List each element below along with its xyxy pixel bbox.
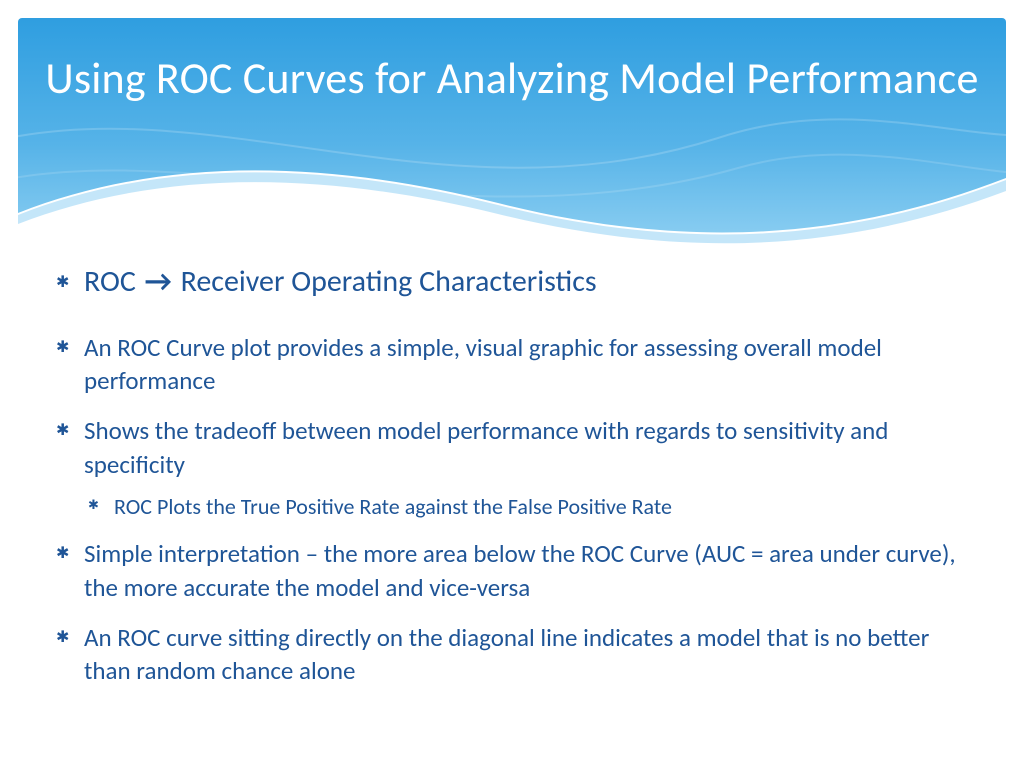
lead-text-post: Receiver Operating Characteristics	[174, 263, 597, 300]
lead-text-pre: ROC	[84, 263, 143, 300]
slide: Using ROC Curves for Analyzing Model Per…	[0, 0, 1024, 768]
bullet-item: An ROC Curve plot provides a simple, vis…	[54, 331, 970, 399]
bullet-item: An ROC curve sitting directly on the dia…	[54, 621, 970, 689]
lead-bullet: ROC → Receiver Operating Characteristics	[54, 262, 970, 303]
sub-bullet-item: ROC Plots the True Positive Rate against…	[84, 492, 970, 522]
bullet-text: Shows the tradeoff between model perform…	[84, 415, 888, 480]
bullet-item: Simple interpretation – the more area be…	[54, 537, 970, 605]
bullet-list: ROC → Receiver Operating Characteristics…	[54, 262, 970, 688]
slide-title: Using ROC Curves for Analyzing Model Per…	[18, 52, 1006, 105]
arrow-icon: →	[143, 262, 174, 303]
bullet-item: Shows the tradeoff between model perform…	[54, 414, 970, 521]
slide-body: ROC → Receiver Operating Characteristics…	[54, 262, 970, 704]
sub-bullet-list: ROC Plots the True Positive Rate against…	[84, 492, 970, 522]
title-banner: Using ROC Curves for Analyzing Model Per…	[18, 18, 1006, 248]
